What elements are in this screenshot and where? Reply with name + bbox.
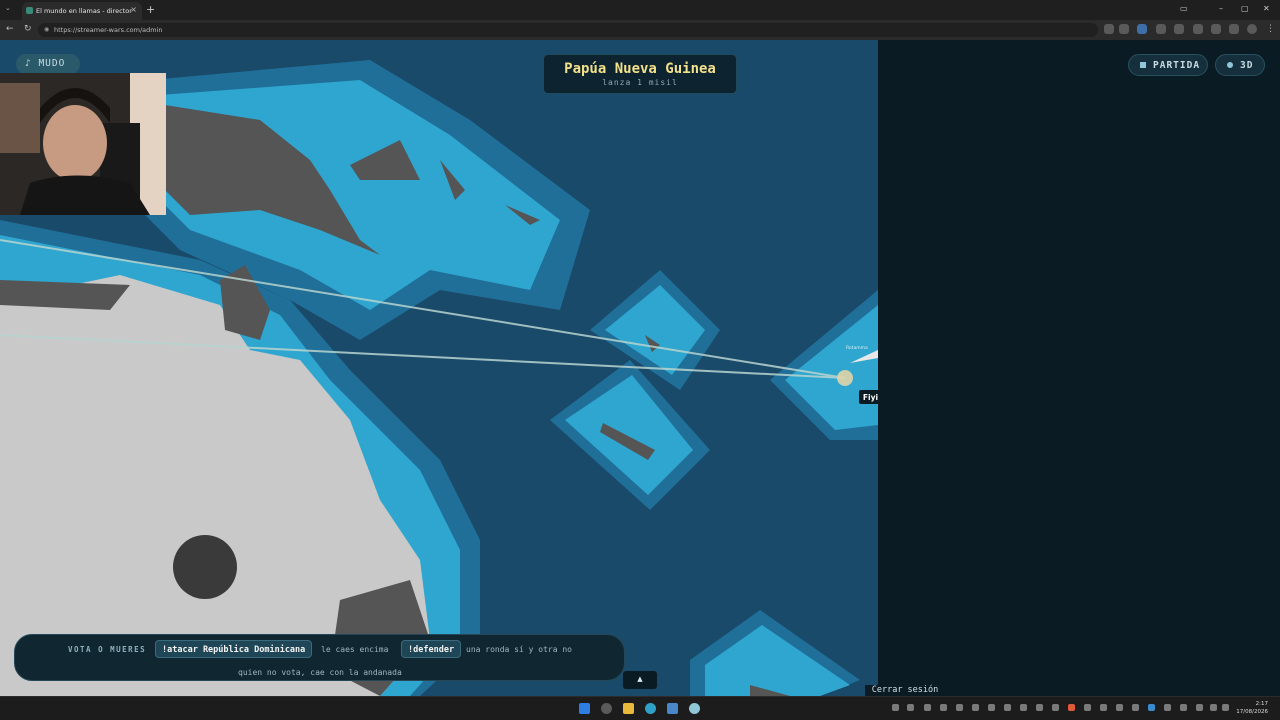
browser-tab[interactable]: El mundo en llamas - director × <box>22 2 142 20</box>
file-explorer-icon[interactable] <box>623 703 634 714</box>
side-panel <box>878 40 1280 696</box>
clock-date: 17/08/2026 <box>1236 709 1268 715</box>
tab-search-icon[interactable]: ⌄ <box>5 4 11 12</box>
tray-icon[interactable] <box>1116 704 1123 711</box>
browser-tab-bar: ⌄ El mundo en llamas - director × + ▭ – … <box>0 0 1280 20</box>
tray-icon[interactable] <box>1100 704 1107 711</box>
volume-icon[interactable] <box>1222 704 1229 711</box>
address-bar[interactable]: ◉ https://streamer-wars.com/admin <box>38 23 1098 37</box>
extension-icon[interactable] <box>1229 24 1239 34</box>
view-3d-button[interactable]: 3D <box>1215 54 1265 76</box>
target-small-label: Rotamma <box>846 346 868 351</box>
close-window-icon[interactable]: ✕ <box>1263 4 1270 13</box>
tray-icon[interactable] <box>1084 704 1091 711</box>
start-menu-icon[interactable] <box>579 703 590 714</box>
browser-app-icon[interactable] <box>645 703 656 714</box>
extension-icon[interactable] <box>1211 24 1221 34</box>
tray-icon[interactable] <box>972 704 979 711</box>
defend-description: una ronda sí y otra no <box>466 645 572 654</box>
address-bar-url: https://streamer-wars.com/admin <box>54 26 163 34</box>
tray-icon[interactable] <box>1068 704 1075 711</box>
tray-icon[interactable] <box>1132 704 1139 711</box>
app-screen: ⌄ El mundo en llamas - director × + ▭ – … <box>0 0 1280 720</box>
current-country-title: Papúa Nueva Guinea <box>564 61 716 77</box>
tray-icon[interactable] <box>956 704 963 711</box>
mute-button[interactable]: ♪ MUDO <box>16 54 80 74</box>
defend-command[interactable]: !defender <box>401 640 462 658</box>
tray-icon[interactable] <box>940 704 947 711</box>
vote-footnote: quien no vota, cae con la andanada <box>238 668 402 677</box>
webcam-overlay <box>0 73 166 215</box>
new-tab-button[interactable]: + <box>146 3 155 16</box>
system-clock[interactable]: 2:17 17/08/2026 <box>1236 700 1268 716</box>
browser-menu-icon[interactable]: ⋮ <box>1266 24 1275 34</box>
taskbar-app-icon[interactable] <box>689 703 700 714</box>
extension-icon[interactable] <box>1137 24 1147 34</box>
tray-icon[interactable] <box>1004 704 1011 711</box>
square-icon <box>1140 62 1146 68</box>
globe-icon <box>1227 62 1233 68</box>
microphone-icon[interactable] <box>1196 704 1203 711</box>
tray-icon[interactable] <box>1164 704 1171 711</box>
tab-actions-icon[interactable]: ▭ <box>1180 4 1188 13</box>
vote-heading: VOTA O MUERES <box>68 645 147 654</box>
tray-icon[interactable] <box>1180 704 1187 711</box>
reload-icon[interactable]: ↻ <box>24 24 32 34</box>
profile-avatar-icon[interactable] <box>1247 24 1257 34</box>
tray-icon[interactable] <box>988 704 995 711</box>
browser-tab-title: El mundo en llamas - director <box>36 7 132 15</box>
taskbar-search-icon[interactable] <box>601 703 612 714</box>
clock-time: 2:17 <box>1255 701 1268 707</box>
tray-icon[interactable] <box>1148 704 1155 711</box>
match-button-label: PARTIDA <box>1153 60 1201 71</box>
extension-icon[interactable] <box>1193 24 1203 34</box>
os-taskbar: 2:17 17/08/2026 <box>0 696 1280 720</box>
back-icon[interactable]: ← <box>6 24 14 34</box>
current-country-card: Papúa Nueva Guinea lanza 1 misil <box>543 54 737 94</box>
tray-icon[interactable] <box>1036 704 1043 711</box>
tray-icon[interactable] <box>924 704 931 711</box>
target-country-label[interactable]: Fiyi <box>859 390 882 404</box>
network-icon[interactable] <box>1210 704 1217 711</box>
minimize-icon[interactable]: – <box>1219 4 1223 13</box>
site-favicon-icon <box>26 7 33 14</box>
extension-icon[interactable] <box>1156 24 1166 34</box>
tray-icon[interactable] <box>1052 704 1059 711</box>
tray-icon[interactable] <box>907 704 914 711</box>
extension-icon[interactable] <box>1174 24 1184 34</box>
zoom-icon[interactable] <box>1104 24 1114 34</box>
tray-icon[interactable] <box>1020 704 1027 711</box>
match-button[interactable]: PARTIDA <box>1128 54 1208 76</box>
view-3d-label: 3D <box>1240 60 1254 71</box>
maximize-icon[interactable]: ▢ <box>1241 4 1249 13</box>
tray-icon[interactable] <box>892 704 899 711</box>
browser-toolbar: ← ↻ ◉ https://streamer-wars.com/admin ⋮ <box>0 20 1280 40</box>
vote-bar: VOTA O MUERES !atacar República Dominica… <box>14 634 625 681</box>
expand-panel-button[interactable]: ▲ <box>623 671 657 689</box>
attack-description: le caes encima <box>321 645 389 654</box>
webcam-feed <box>0 73 166 215</box>
attack-command[interactable]: !atacar República Dominicana <box>155 640 313 658</box>
tab-close-icon[interactable]: × <box>130 5 137 14</box>
steam-app-icon[interactable] <box>667 703 678 714</box>
current-country-action: lanza 1 misil <box>602 78 678 87</box>
site-info-icon[interactable]: ◉ <box>44 26 49 33</box>
bookmark-star-icon[interactable] <box>1119 24 1129 34</box>
